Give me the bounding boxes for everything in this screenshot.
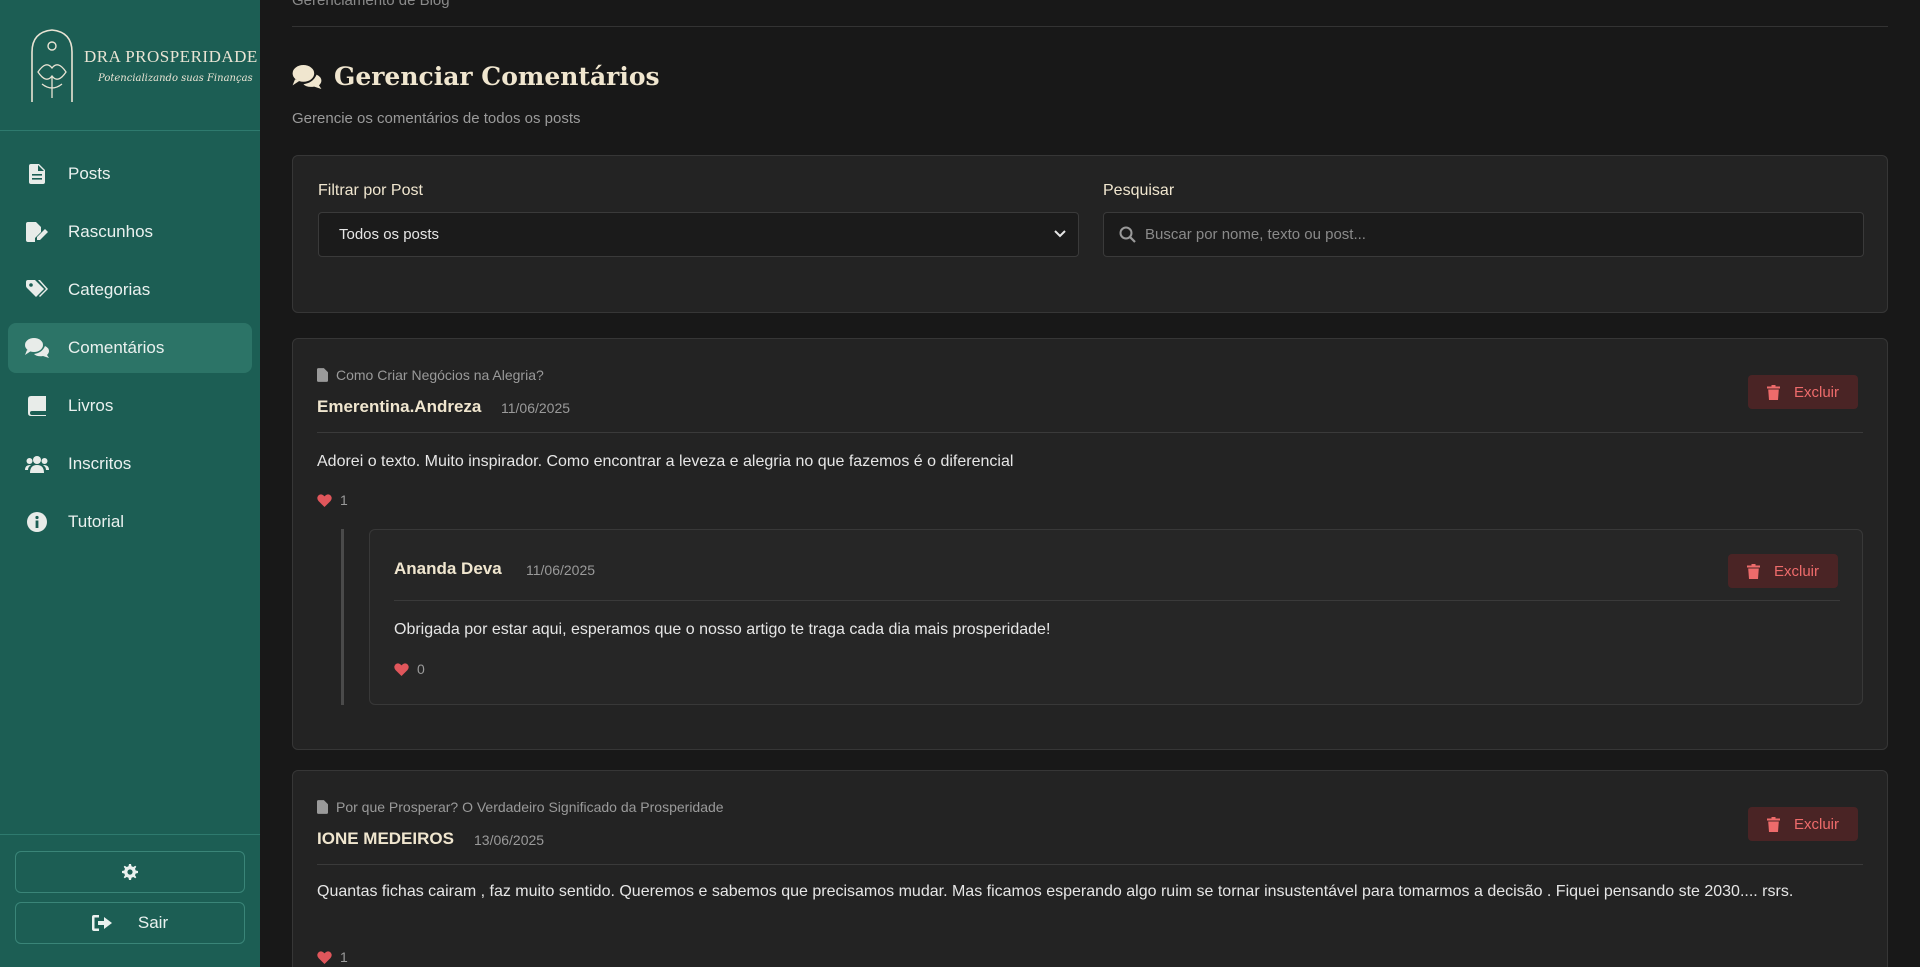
sidebar-item-livros[interactable]: Livros <box>8 381 252 431</box>
heart-icon <box>317 493 332 507</box>
page-title-text: Gerenciar Comentários <box>334 62 660 91</box>
delete-label: Excluir <box>1793 383 1839 401</box>
book-icon <box>24 395 50 417</box>
sidebar-item-label: Categorias <box>68 280 151 299</box>
reply-text: Obrigada por estar aqui, esperamos que o… <box>394 621 1051 638</box>
sidebar-nav: Posts Rascunhos Categorias Comentários L… <box>0 131 260 555</box>
sidebar-item-label: Rascunhos <box>68 222 154 241</box>
comment-divider <box>317 432 1863 433</box>
search-label: Pesquisar <box>1103 182 1175 199</box>
heart-icon <box>394 662 409 676</box>
like-button[interactable]: 0 <box>394 661 425 677</box>
brand[interactable]: DRA PROSPERIDADE Potencializando suas Fi… <box>0 0 260 131</box>
delete-label: Excluir <box>1793 815 1839 833</box>
comments-icon <box>24 337 50 359</box>
like-button[interactable]: 1 <box>317 949 348 965</box>
logo-icon <box>31 29 73 102</box>
comment-author: IONE MEDEIROS <box>317 829 454 848</box>
comment-text: Quantas fichas cairam , faz muito sentid… <box>317 883 1794 900</box>
delete-label: Excluir <box>1773 562 1819 580</box>
sidebar-item-inscritos[interactable]: Inscritos <box>8 439 252 489</box>
like-count: 0 <box>417 661 425 677</box>
post-title: Por que Prosperar? O Verdadeiro Signific… <box>336 799 724 815</box>
file-icon <box>317 368 328 382</box>
search-icon <box>1119 226 1136 243</box>
sidebar-item-label: Livros <box>68 396 114 415</box>
post-filter-value: Todos os posts <box>339 226 440 243</box>
tags-icon <box>24 279 50 301</box>
sidebar-item-categorias[interactable]: Categorias <box>8 265 252 315</box>
reply-author: Ananda Deva <box>394 559 502 578</box>
header-divider <box>292 26 1888 27</box>
sidebar-item-label: Inscritos <box>68 454 132 473</box>
comment-post-ref[interactable]: Por que Prosperar? O Verdadeiro Signific… <box>317 799 724 815</box>
breadcrumb: Gerenciamento de Blog <box>292 0 450 9</box>
page-title: Gerenciar Comentários <box>292 62 660 91</box>
reply-date: 11/06/2025 <box>526 562 596 578</box>
comment-card: Como Criar Negócios na Alegria? Emerenti… <box>292 338 1888 750</box>
trash-icon <box>1766 816 1780 832</box>
filter-card: Filtrar por Post Todos os posts Pesquisa… <box>292 155 1888 313</box>
like-count: 1 <box>340 949 348 965</box>
logout-label: Sair <box>137 913 169 932</box>
like-button[interactable]: 1 <box>317 492 348 508</box>
sidebar-item-rascunhos[interactable]: Rascunhos <box>8 207 252 257</box>
reply-card: Ananda Deva 11/06/2025 Excluir Obrigada … <box>369 529 1863 705</box>
filter-post-label: Filtrar por Post <box>318 182 423 199</box>
delete-comment-button[interactable]: Excluir <box>1748 807 1858 841</box>
like-count: 1 <box>340 492 348 508</box>
comment-author: Emerentina.Andreza <box>317 397 482 416</box>
trash-icon <box>1766 384 1780 400</box>
sidebar-footer: Sair <box>0 834 260 967</box>
brand-name: DRA PROSPERIDADE <box>84 46 258 66</box>
sidebar-item-comentarios[interactable]: Comentários <box>8 323 252 373</box>
post-filter-select[interactable]: Todos os posts <box>318 212 1079 257</box>
delete-comment-button[interactable]: Excluir <box>1748 375 1858 409</box>
file-edit-icon <box>24 221 50 243</box>
comment-date: 11/06/2025 <box>501 400 571 416</box>
delete-reply-button[interactable]: Excluir <box>1728 554 1838 588</box>
sidebar-item-tutorial[interactable]: Tutorial <box>8 497 252 547</box>
comment-text: Adorei o texto. Muito inspirador. Como e… <box>317 453 1014 470</box>
brand-tagline: Potencializando suas Finanças <box>98 72 253 84</box>
heart-icon <box>317 950 332 964</box>
file-icon <box>317 800 328 814</box>
main-content: Gerenciamento de Blog Gerenciar Comentár… <box>260 0 1920 967</box>
settings-button[interactable] <box>15 851 245 893</box>
sidebar: DRA PROSPERIDADE Potencializando suas Fi… <box>0 0 260 967</box>
comment-date: 13/06/2025 <box>474 832 545 848</box>
sidebar-item-label: Comentários <box>68 338 165 357</box>
sign-out-icon <box>91 915 112 931</box>
sidebar-item-label: Tutorial <box>68 512 125 531</box>
sidebar-item-label: Posts <box>68 164 111 183</box>
trash-icon <box>1746 563 1760 579</box>
comment-divider <box>317 864 1863 865</box>
file-icon <box>24 163 50 185</box>
gear-icon <box>122 864 138 880</box>
post-title: Como Criar Negócios na Alegria? <box>336 367 544 383</box>
reply-divider <box>394 600 1840 601</box>
comment-post-ref[interactable]: Como Criar Negócios na Alegria? <box>317 367 544 383</box>
users-icon <box>24 453 50 475</box>
info-icon <box>24 511 50 533</box>
logout-button[interactable]: Sair <box>15 902 245 944</box>
page-subtitle: Gerencie os comentários de todos os post… <box>292 110 581 127</box>
search-input[interactable] <box>1103 212 1864 257</box>
sidebar-item-posts[interactable]: Posts <box>8 149 252 199</box>
reply-thread-line <box>341 529 344 705</box>
comments-icon <box>292 64 322 89</box>
chevron-down-icon <box>1054 230 1066 238</box>
comment-card: Por que Prosperar? O Verdadeiro Signific… <box>292 770 1888 967</box>
